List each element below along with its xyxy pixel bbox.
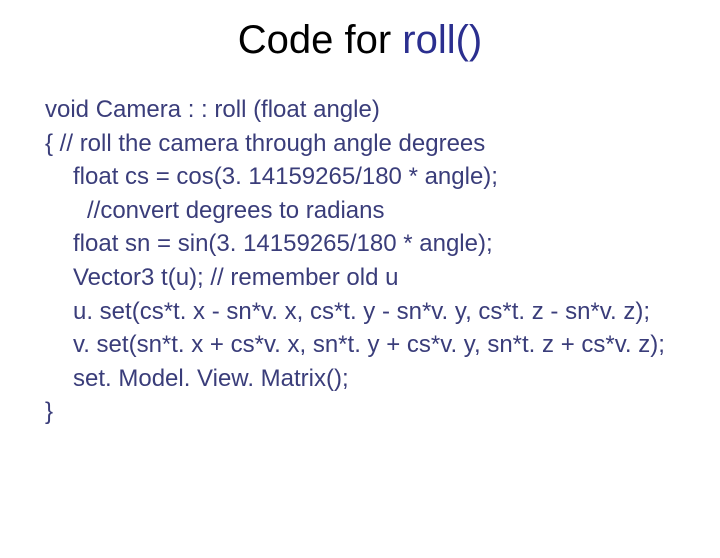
title-emphasis: roll(): [402, 18, 482, 62]
code-line: v. set(sn*t. x + cs*v. x, sn*t. y + cs*v…: [45, 328, 700, 362]
code-line: Vector3 t(u); // remember old u: [45, 261, 700, 295]
title-prefix: Code for: [238, 18, 403, 62]
code-line: float cs = cos(3. 14159265/180 * angle);: [45, 160, 700, 194]
code-line: u. set(cs*t. x - sn*v. x, cs*t. y - sn*v…: [45, 295, 700, 329]
code-line: { // roll the camera through angle degre…: [45, 127, 700, 161]
code-block: void Camera : : roll (float angle) { // …: [0, 93, 720, 429]
slide: Code for roll() void Camera : : roll (fl…: [0, 18, 720, 558]
code-line: set. Model. View. Matrix();: [45, 362, 700, 396]
code-line: }: [45, 395, 700, 429]
code-line: void Camera : : roll (float angle): [45, 93, 700, 127]
code-line: //convert degrees to radians: [45, 194, 700, 228]
code-line: float sn = sin(3. 14159265/180 * angle);: [45, 227, 700, 261]
slide-title: Code for roll(): [0, 18, 720, 63]
